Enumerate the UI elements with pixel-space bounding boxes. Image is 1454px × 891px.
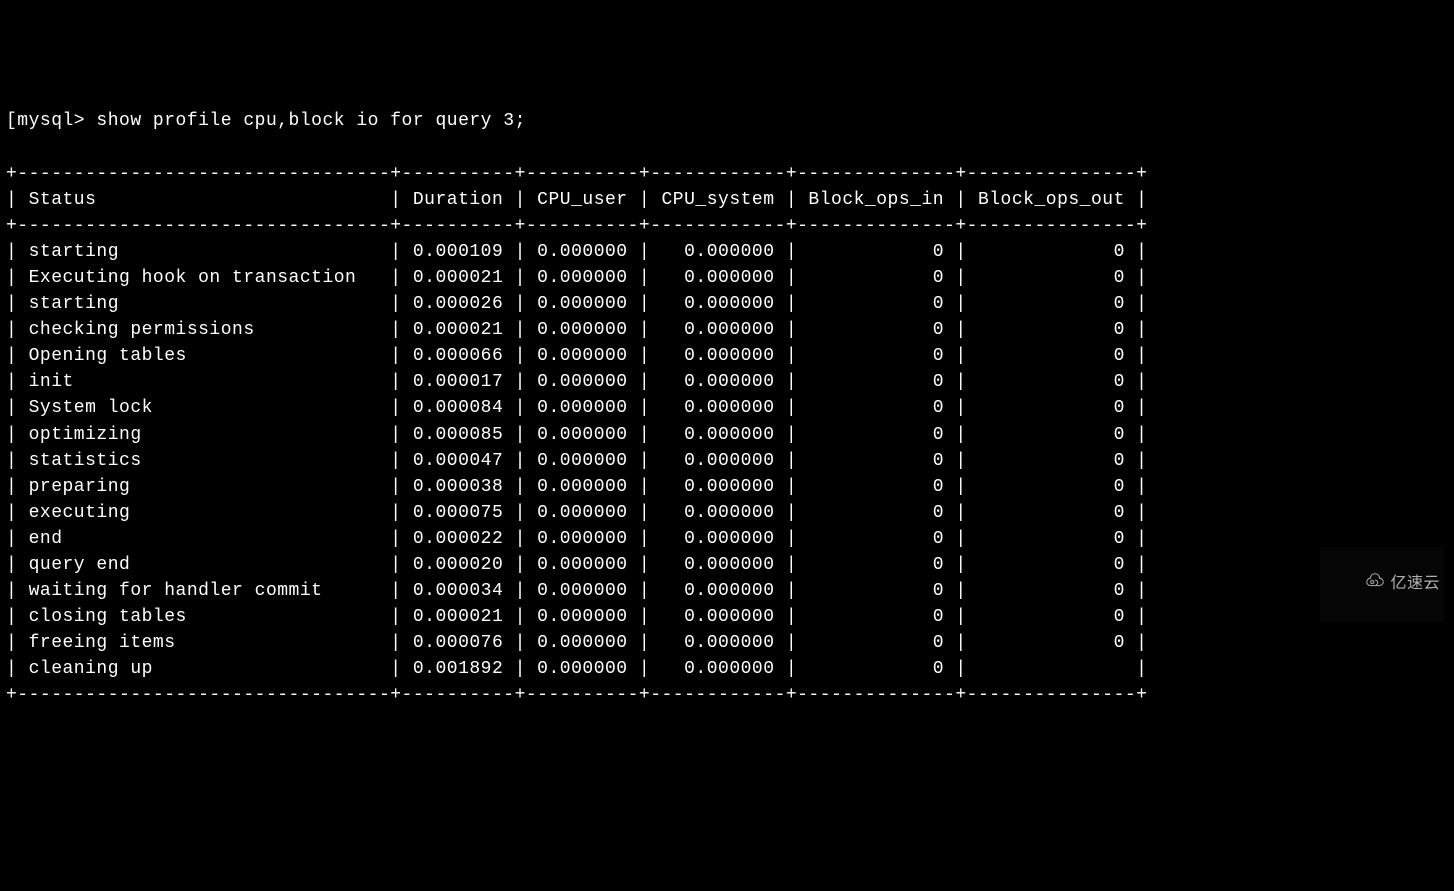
table-row: | checking permissions | 0.000021 | 0.00… [6, 317, 1448, 343]
table-row: | System lock | 0.000084 | 0.000000 | 0.… [6, 395, 1448, 421]
mysql-output-table: +---------------------------------+-----… [6, 161, 1448, 709]
table-separator: +---------------------------------+-----… [6, 682, 1448, 708]
watermark: 亿速云 [1320, 547, 1444, 622]
table-row: | Executing hook on transaction | 0.0000… [6, 265, 1448, 291]
table-header-row: | Status | Duration | CPU_user | CPU_sys… [6, 187, 1448, 213]
table-separator: +---------------------------------+-----… [6, 161, 1448, 187]
table-row: | starting | 0.000109 | 0.000000 | 0.000… [6, 239, 1448, 265]
table-separator: +---------------------------------+-----… [6, 213, 1448, 239]
mysql-prompt-line: [mysql> show profile cpu,block io for qu… [6, 108, 1448, 134]
watermark-text: 亿速云 [1390, 573, 1440, 596]
table-row: | statistics | 0.000047 | 0.000000 | 0.0… [6, 448, 1448, 474]
table-row: | query end | 0.000020 | 0.000000 | 0.00… [6, 552, 1448, 578]
table-row: | freeing items | 0.000076 | 0.000000 | … [6, 630, 1448, 656]
cloud-icon [1324, 549, 1386, 620]
table-row: | starting | 0.000026 | 0.000000 | 0.000… [6, 291, 1448, 317]
table-row: | optimizing | 0.000085 | 0.000000 | 0.0… [6, 422, 1448, 448]
table-row: | preparing | 0.000038 | 0.000000 | 0.00… [6, 474, 1448, 500]
table-row: | executing | 0.000075 | 0.000000 | 0.00… [6, 500, 1448, 526]
table-row: | init | 0.000017 | 0.000000 | 0.000000 … [6, 369, 1448, 395]
table-row: | cleaning up | 0.001892 | 0.000000 | 0.… [6, 656, 1448, 682]
table-row: | waiting for handler commit | 0.000034 … [6, 578, 1448, 604]
table-row: | end | 0.000022 | 0.000000 | 0.000000 |… [6, 526, 1448, 552]
table-row: | closing tables | 0.000021 | 0.000000 |… [6, 604, 1448, 630]
table-row: | Opening tables | 0.000066 | 0.000000 |… [6, 343, 1448, 369]
